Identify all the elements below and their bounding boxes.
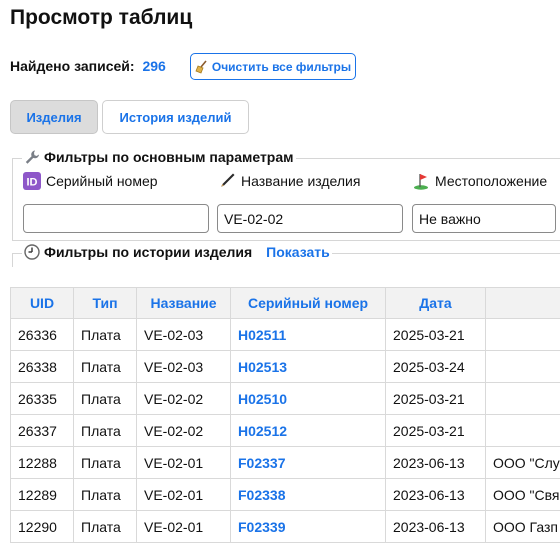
location-label-text: Местоположение [435, 173, 548, 189]
serial-number-filter-label: ID Серийный номер [23, 172, 158, 190]
table-row[interactable]: 26337 Плата VE-02-02 H02512 2025-03-21 [10, 414, 560, 447]
tab-products[interactable]: Изделия [10, 100, 98, 134]
table-row[interactable]: 26338 Плата VE-02-03 H02513 2025-03-24 [10, 350, 560, 383]
serial-number-label-text: Серийный номер [46, 173, 158, 189]
location-filter-label: Местоположение [412, 172, 547, 190]
table-header-row: UID Тип Название Серийный номер Дата [10, 287, 560, 319]
cell-name: VE-02-02 [136, 414, 231, 447]
product-name-filter-label: Название изделия [218, 172, 360, 190]
table-row[interactable]: 12289 Плата VE-02-01 F02338 2023-06-13 О… [10, 478, 560, 511]
location-select[interactable]: Не важно [412, 204, 556, 233]
cell-date: 2025-03-21 [385, 382, 486, 415]
cell-type: Плата [73, 318, 137, 351]
cell-date: 2025-03-24 [385, 350, 486, 383]
cell-extra [485, 414, 560, 447]
records-found-label: Найдено записей: [10, 58, 135, 74]
cell-extra [485, 318, 560, 351]
cell-uid: 26336 [10, 318, 74, 351]
cell-type: Плата [73, 350, 137, 383]
id-badge-icon: ID [23, 172, 41, 190]
pen-icon [221, 173, 235, 187]
main-filters-legend-text: Фильтры по основным параметрам [44, 149, 294, 165]
tab-product-history[interactable]: История изделий [102, 100, 249, 134]
cell-extra: ООО Газп [485, 510, 560, 543]
cell-serial-link[interactable]: H02513 [230, 350, 386, 383]
column-header-serial[interactable]: Серийный номер [230, 287, 386, 319]
cell-date: 2025-03-21 [385, 414, 486, 447]
cell-serial-link[interactable]: H02511 [230, 318, 386, 351]
clear-all-filters-label: Очистить все фильтры [211, 59, 352, 74]
history-filters-show-link[interactable]: Показать [266, 244, 330, 260]
column-header-type[interactable]: Тип [73, 287, 137, 319]
cell-date: 2023-06-13 [385, 478, 486, 511]
product-name-label-text: Название изделия [241, 173, 361, 189]
clear-all-filters-button[interactable]: Очистить все фильтры [190, 53, 356, 80]
cell-extra [485, 350, 560, 383]
records-count: 296 [142, 58, 166, 74]
clock-icon [24, 244, 40, 260]
cell-serial-link[interactable]: H02510 [230, 382, 386, 415]
products-table: UID Тип Название Серийный номер Дата 263… [10, 287, 560, 543]
serial-number-input[interactable] [23, 204, 209, 233]
table-row[interactable]: 12288 Плата VE-02-01 F02337 2023-06-13 О… [10, 446, 560, 479]
cell-extra: ООО "Слу [485, 446, 560, 479]
cell-serial-link[interactable]: H02512 [230, 414, 386, 447]
cell-serial-link[interactable]: F02337 [230, 446, 386, 479]
cell-type: Плата [73, 446, 137, 479]
svg-text:ID: ID [27, 177, 38, 189]
cell-uid: 12288 [10, 446, 74, 479]
cell-type: Плата [73, 382, 137, 415]
cell-type: Плата [73, 478, 137, 511]
table-row[interactable]: 26335 Плата VE-02-02 H02510 2025-03-21 [10, 382, 560, 415]
page-title: Просмотр таблиц [10, 6, 193, 29]
main-filters-legend: Фильтры по основным параметрам [22, 149, 296, 165]
records-found: Найдено записей: 296 [10, 58, 166, 74]
main-filters-border-bottom [12, 240, 560, 241]
column-header-uid[interactable]: UID [10, 287, 74, 319]
product-name-input[interactable]: VE-02-02 [217, 204, 403, 233]
cell-type: Плата [73, 414, 137, 447]
broom-icon [195, 59, 207, 74]
cell-name: VE-02-01 [136, 446, 231, 479]
cell-serial-link[interactable]: F02338 [230, 478, 386, 511]
cell-date: 2025-03-21 [385, 318, 486, 351]
cell-uid: 12290 [10, 510, 74, 543]
cell-extra [485, 382, 560, 415]
wrench-icon [25, 150, 39, 164]
table-row[interactable]: 12290 Плата VE-02-01 F02339 2023-06-13 О… [10, 510, 560, 543]
products-table-wrapper: UID Тип Название Серийный номер Дата 263… [10, 287, 560, 543]
column-header-name[interactable]: Название [136, 287, 231, 319]
cell-date: 2023-06-13 [385, 510, 486, 543]
cell-name: VE-02-01 [136, 510, 231, 543]
cell-uid: 26338 [10, 350, 74, 383]
cell-name: VE-02-02 [136, 382, 231, 415]
history-filters-border-left [12, 253, 13, 267]
cell-name: VE-02-03 [136, 318, 231, 351]
cell-extra: ООО "Свя [485, 478, 560, 511]
cell-serial-link[interactable]: F02339 [230, 510, 386, 543]
cell-uid: 26337 [10, 414, 74, 447]
cell-uid: 12289 [10, 478, 74, 511]
cell-name: VE-02-03 [136, 350, 231, 383]
cell-uid: 26335 [10, 382, 74, 415]
golf-flag-icon [414, 174, 428, 190]
table-row[interactable]: 26336 Плата VE-02-03 H02511 2025-03-21 [10, 318, 560, 351]
cell-name: VE-02-01 [136, 478, 231, 511]
history-filters-legend: Фильтры по истории изделия Показать [22, 244, 332, 260]
column-header-date[interactable]: Дата [385, 287, 486, 319]
history-filters-legend-text: Фильтры по истории изделия [44, 244, 253, 260]
main-filters-border-left [12, 158, 13, 241]
cell-date: 2023-06-13 [385, 446, 486, 479]
column-header-extra[interactable] [485, 287, 560, 319]
cell-type: Плата [73, 510, 137, 543]
